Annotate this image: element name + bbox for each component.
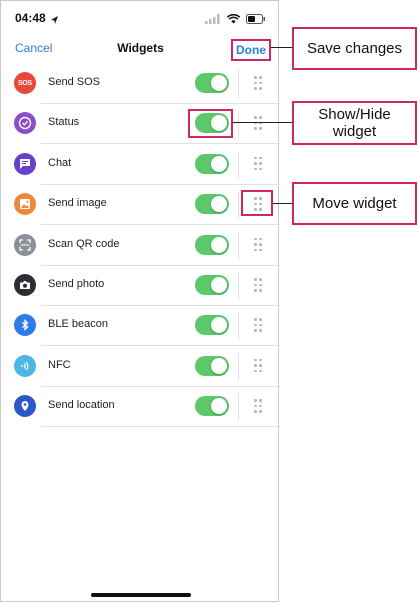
callout-save-changes-text: Save changes	[306, 40, 403, 57]
widget-toggle[interactable]	[195, 315, 229, 336]
location-pin-icon	[14, 395, 36, 418]
image-icon	[14, 193, 36, 216]
toggle-knob	[211, 398, 227, 415]
callout-leader-move	[273, 203, 293, 204]
widget-label: NFC	[48, 358, 71, 371]
row-separator	[41, 426, 280, 428]
callout-move-widget: Move widget	[292, 182, 417, 225]
toggle-knob	[211, 317, 227, 334]
drag-handle-icon[interactable]	[252, 156, 264, 172]
toggle-knob	[211, 236, 227, 253]
toggle-knob	[211, 196, 227, 213]
toggle-knob	[211, 357, 227, 374]
widget-toggle[interactable]	[195, 194, 229, 215]
widget-toggle[interactable]	[195, 73, 229, 93]
widget-label: BLE beacon	[48, 318, 108, 331]
widget-toggle[interactable]	[195, 234, 229, 255]
qr-scan-icon	[14, 233, 36, 256]
widget-label: Send image	[48, 197, 107, 210]
wifi-icon	[226, 11, 241, 29]
row-divider	[238, 150, 239, 179]
drag-handle-icon[interactable]	[252, 237, 264, 253]
signal-icon	[205, 11, 221, 29]
nfc-icon	[14, 354, 36, 377]
widget-label: Send SOS	[48, 76, 100, 88]
status-time: 04:48	[15, 11, 46, 25]
row-divider	[238, 110, 239, 139]
callout-show-hide-text: Show/Hide widget	[318, 106, 391, 140]
row-divider	[238, 70, 239, 98]
widget-toggle[interactable]	[195, 153, 229, 174]
widget-label: Chat	[48, 156, 72, 169]
drag-handle-icon[interactable]	[252, 358, 264, 374]
widget-row: Chat	[1, 145, 280, 185]
toggle-knob	[211, 277, 227, 293]
row-divider	[238, 231, 239, 260]
home-indicator	[91, 593, 191, 597]
widget-row: Scan QR code	[1, 226, 280, 266]
widget-label: Send location	[48, 399, 115, 412]
toggle-highlight-box	[188, 109, 233, 138]
battery-icon	[246, 11, 266, 29]
row-divider	[238, 393, 239, 422]
widget-row: BLE beacon	[1, 306, 280, 347]
widget-label: Send photo	[48, 278, 105, 290]
sos-icon: SOS	[14, 72, 36, 94]
phone-screen: 04:48 Cancel Widgets SOS Send SOS Status Ch…	[0, 0, 280, 602]
widget-row: SOS Send SOS	[1, 64, 280, 104]
widget-toggle[interactable]	[195, 275, 229, 295]
widget-toggle[interactable]	[195, 396, 229, 417]
widget-row: Status	[1, 104, 280, 145]
widget-row: Send location	[1, 387, 280, 428]
drag-handle-icon[interactable]	[252, 277, 264, 293]
check-circle-icon	[14, 112, 36, 135]
row-divider	[238, 191, 239, 220]
drag-handle-highlight-box	[241, 190, 273, 216]
toggle-knob	[211, 75, 227, 91]
widget-label: Status	[48, 116, 80, 129]
widget-row: Send image	[1, 185, 280, 226]
callout-leader-save	[271, 47, 293, 48]
widget-label: Scan QR code	[48, 237, 120, 250]
drag-handle-icon[interactable]	[252, 75, 264, 91]
widget-row: Send photo	[1, 266, 280, 306]
row-divider	[238, 272, 239, 300]
row-divider	[238, 352, 239, 381]
done-button[interactable]: Done	[231, 39, 271, 61]
chat-icon	[14, 152, 36, 175]
widget-toggle[interactable]	[195, 355, 229, 376]
row-divider	[238, 312, 239, 341]
camera-icon	[14, 274, 36, 296]
widget-row: NFC	[1, 347, 280, 387]
bluetooth-icon	[14, 314, 36, 337]
drag-handle-icon[interactable]	[252, 115, 264, 131]
drag-handle-icon[interactable]	[252, 398, 264, 414]
callout-save-changes: Save changes	[292, 27, 417, 70]
location-arrow-icon	[51, 12, 59, 30]
drag-handle-icon[interactable]	[252, 317, 264, 333]
status-bar: 04:48	[1, 1, 280, 35]
toggle-knob	[211, 155, 227, 172]
callout-leader-show-hide	[233, 122, 293, 123]
callout-move-widget-text: Move widget	[312, 195, 397, 212]
callout-show-hide: Show/Hide widget	[292, 101, 417, 145]
